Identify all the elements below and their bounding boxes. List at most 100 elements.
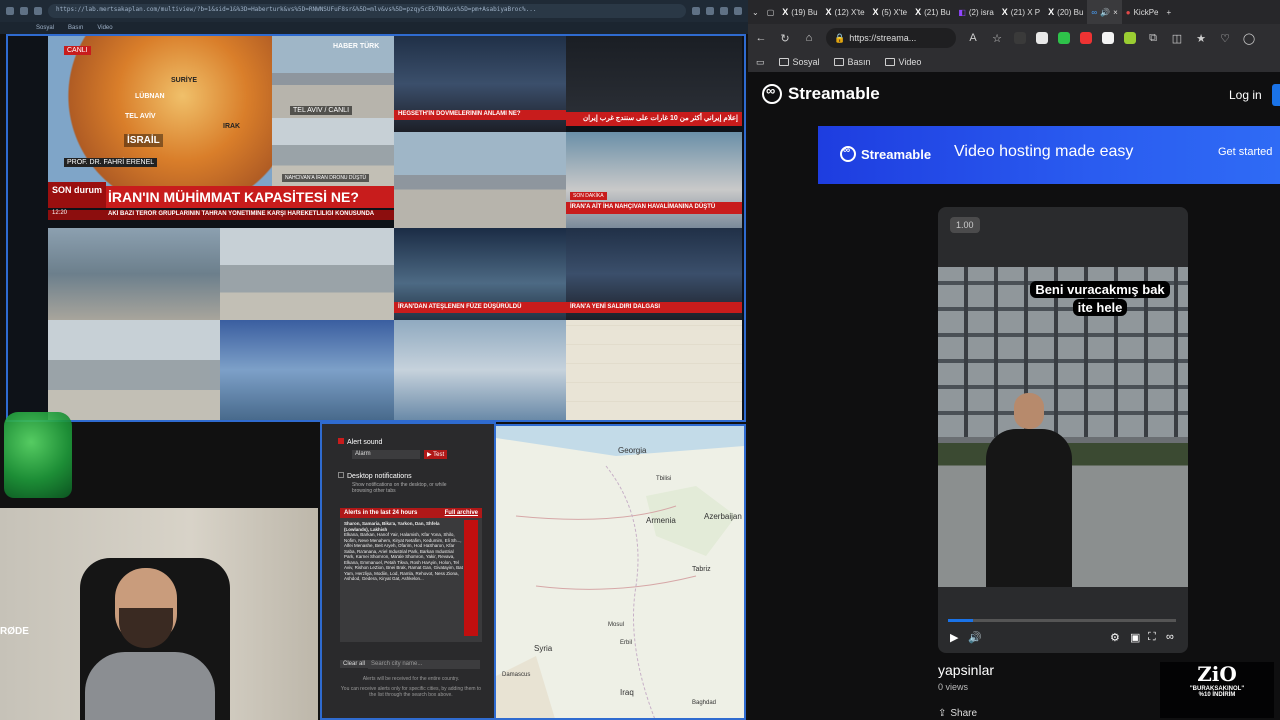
x-icon: X [915,7,922,17]
alert-sound-checkbox[interactable] [338,438,344,444]
tab-x-4[interactable]: X (21) Bu [911,0,954,24]
bookmark-sosyal[interactable]: Sosyal [778,57,820,67]
extension-icon[interactable] [692,7,700,15]
chevron-down-icon: ⌄ [752,7,759,17]
sponsor-overlay: ZiO "BURAKSAKINOL" %10 İNDİRİM [1160,662,1274,718]
bookmark-video[interactable]: Video [884,57,921,67]
map-label: Iraq [620,688,634,697]
drone-caption: NAHCIVAN'A İRAN DRONU DÜŞTÜ [282,174,370,182]
extension-icon[interactable] [1080,32,1092,44]
bookmark-basin[interactable]: Basın [68,25,83,31]
map-label: Tbilisi [656,476,672,482]
drone-tile[interactable]: NAHCIVAN'A İRAN DRONU DÜŞTÜ [272,118,394,186]
tab-x-6[interactable]: X (20) Bu [1044,0,1087,24]
cam-grid-tile-2[interactable] [394,320,566,420]
mic-brand: RØDE [0,626,29,637]
tab-list-dropdown[interactable]: ⌄ [748,0,763,24]
address-bar[interactable]: 🔒 https://streama... [826,28,956,48]
alarm-select[interactable]: Alarm [352,450,420,459]
desktop-notifications-label: Desktop notifications [338,472,412,480]
workspaces-tab[interactable]: ▢ [763,0,779,24]
tab-streamable[interactable]: ∞ 🔊 × [1087,0,1122,24]
right-browser-window: ⌄ ▢ X (19) Bu X (12) X'te X (5) X'te X (21) … [748,0,1280,720]
new-tab-button[interactable]: + [1162,0,1175,24]
tab-twitch[interactable]: ◧ (2) isra [954,0,997,24]
streamable-logo[interactable]: Streamable [762,83,880,104]
extension-icon[interactable] [1124,32,1136,44]
missile-headline: İRAN'DAN ATEŞLENEN FÜZE DÜŞÜRÜLDÜ [394,302,566,313]
promo-banner[interactable]: Streamable Video hosting made easy Get s… [818,126,1280,184]
flight-map-tile[interactable] [566,320,742,420]
video-player[interactable]: 1.00 Beni vuracakmış bak ite hele ▶ 🔊 ⚙ … [938,207,1188,653]
left-browser-window: https://lab.mertsakaplan.com/multiview/?… [0,0,748,720]
bookmark-video[interactable]: Video [97,25,112,31]
reload-icon[interactable]: ↻ [778,32,792,45]
login-link[interactable]: Log in [1229,88,1262,102]
collections-icon[interactable]: ♡ [1218,32,1232,45]
cam-grid-tile-1[interactable] [220,320,394,420]
extension-icon[interactable] [1036,32,1048,44]
play-icon[interactable]: ▶ [950,631,958,644]
ship-tile[interactable]: İRAN'A AİT İHA NAHÇIVAN HAVALİMANINA DÜŞ… [566,132,742,228]
test-button[interactable]: ▶ Test [424,450,448,459]
extensions-puzzle-icon[interactable]: ⧉ [1146,32,1160,45]
city-search-input[interactable]: Search city name... [368,660,480,669]
back-icon[interactable]: ← [754,32,768,44]
signup-button-edge[interactable] [1272,84,1280,106]
reporter-tile[interactable]: İRAN'A YENİ SALDIRI DALGASI [566,228,742,320]
desktop-notifications-checkbox[interactable] [338,472,344,478]
playback-speed[interactable]: 1.00 [950,217,980,233]
favorites-icon[interactable]: ★ [1194,32,1208,45]
extension-icon[interactable] [1102,32,1114,44]
get-started-button[interactable]: Get started [1218,146,1272,158]
favorite-star-icon[interactable]: ☆ [990,32,1004,45]
reload-icon[interactable] [34,7,42,15]
alert-list[interactable]: Alerts in the last 24 hours Full archive… [340,508,482,642]
alert-scroll-bar[interactable] [464,520,478,636]
extension-icon[interactable] [1058,32,1070,44]
volume-icon[interactable]: 🔊 [968,631,982,644]
share-button[interactable]: ⇪ Share [938,708,977,719]
extension-icon[interactable] [1014,32,1026,44]
pip-icon[interactable]: ▣ [1130,631,1140,644]
multi-cam-tile[interactable]: İRAN'DAN ATEŞLENEN FÜZE DÜŞÜRÜLDÜ [394,228,566,320]
split-screen-icon[interactable]: ◫ [1170,32,1184,45]
sponsor-discount: %10 İNDİRİM [1198,692,1236,698]
map-tile[interactable]: CANLI SURİYE LÜBNAN TEL AVİV IRAK İSRAİL… [48,36,272,186]
alerts-panel: Alert sound Alarm ▶ Test Desktop notific… [320,422,496,720]
tab-x-2[interactable]: X (12) X'te [822,0,869,24]
tab-kick[interactable]: ● KickPe [1122,0,1163,24]
clear-all-button[interactable]: Clear all [340,660,369,668]
settings-gear-icon[interactable]: ⚙ [1110,631,1120,644]
read-aloud-icon[interactable]: A [966,32,980,44]
skyline-tile[interactable] [394,132,566,228]
region-map[interactable]: Georgia Tbilisi Armenia Azerbaijan Tabri… [496,424,746,720]
aljazeera-tile[interactable] [48,228,220,320]
extension-icon[interactable] [706,7,714,15]
telaviv-tile[interactable]: HABER TÜRK TEL AVIV / CANLI [272,36,394,118]
home-icon[interactable]: ⌂ [802,32,816,44]
tab-x-5[interactable]: X (21) X P [998,0,1044,24]
night-cam-tile[interactable] [566,36,742,118]
forward-icon[interactable] [20,7,28,15]
fullscreen-icon[interactable]: ⛶ [1148,631,1156,644]
streamable-icon[interactable]: ∞ [1166,631,1174,643]
streamable-icon [840,145,856,162]
back-icon[interactable] [6,7,14,15]
studio-tile[interactable]: HEGSETH'İN DÖVMELERİNİN ANLAMI NE? [394,36,566,132]
close-tab-icon[interactable]: × [1113,8,1118,17]
info-text-2: You can receive alerts only for specific… [340,686,482,698]
reading-list-icon[interactable]: ▭ [756,57,765,68]
progress-bar[interactable] [948,619,1176,622]
bookmark-basin[interactable]: Basın [833,57,871,67]
tab-x-1[interactable]: X (19) Bu [778,0,821,24]
left-url-field[interactable]: https://lab.mertsakaplan.com/multiview/?… [48,4,686,18]
city-view-tile[interactable] [220,228,394,320]
profile-icon[interactable]: ◯ [1242,32,1256,45]
menu-icon[interactable] [734,7,742,15]
extension-icon[interactable] [720,7,728,15]
tab-x-3[interactable]: X (5) X'te [869,0,912,24]
full-archive-link[interactable]: Full archive [445,510,478,516]
bookmark-sosyal[interactable]: Sosyal [36,25,54,31]
jerusalem-tile[interactable] [48,320,220,420]
